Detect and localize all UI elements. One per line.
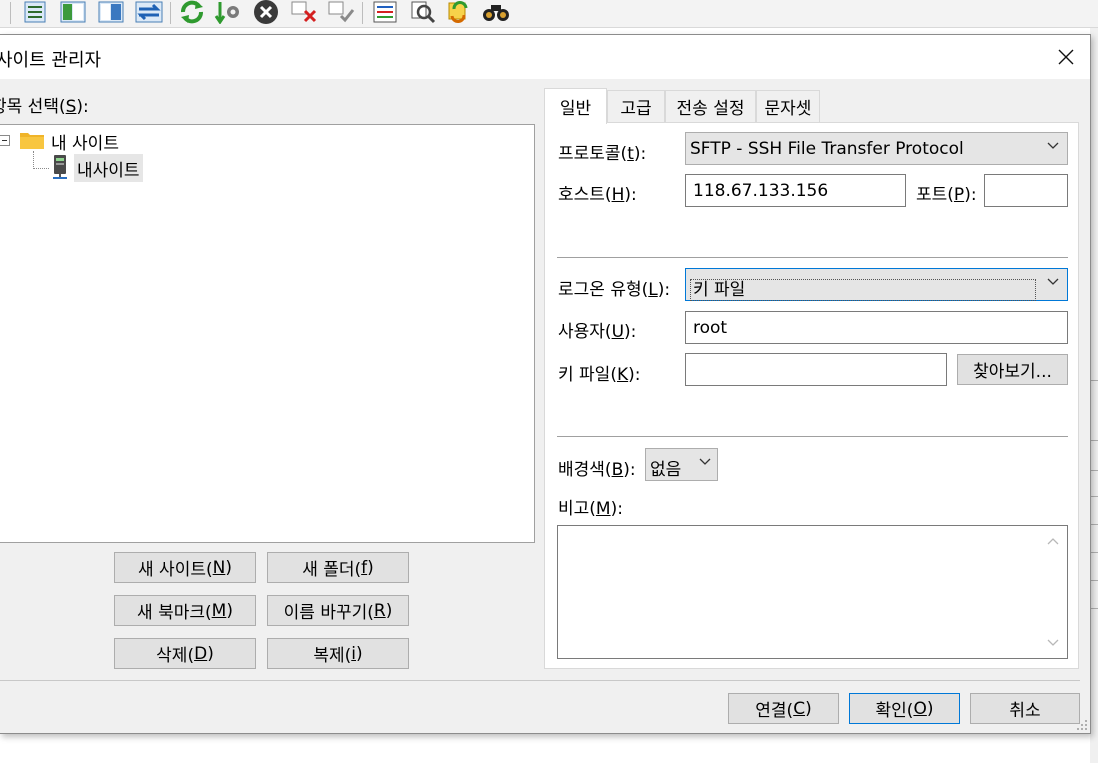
cancel-button[interactable]: 취소 [970, 693, 1080, 724]
tab-general[interactable]: 일반 [544, 88, 607, 124]
folder-icon [20, 133, 44, 149]
process-queue-icon[interactable] [213, 0, 243, 24]
delete-button[interactable]: 삭제(D) [114, 638, 256, 669]
search-icon[interactable] [408, 0, 438, 24]
directory-listing-filters-icon[interactable] [370, 0, 400, 24]
user-label: 사용자(U): [558, 322, 637, 342]
tab-transfer-settings[interactable]: 전송 설정 [665, 90, 756, 122]
toolbar-separator [362, 2, 363, 24]
background-window-edge [1090, 28, 1098, 763]
close-button[interactable] [1042, 35, 1090, 79]
tab-charset[interactable]: 문자셋 [756, 90, 820, 122]
tree-line [33, 151, 34, 169]
scroll-up-icon[interactable] [1047, 536, 1059, 546]
key-file-input[interactable] [685, 353, 947, 386]
scroll-down-icon[interactable] [1047, 638, 1059, 648]
chevron-down-icon [1047, 142, 1059, 149]
logon-type-label: 로그온 유형(L): [558, 280, 671, 300]
new-bookmark-button[interactable]: 새 북마크(M) [114, 595, 256, 626]
chevron-down-icon [699, 458, 711, 465]
background-divider [1091, 524, 1098, 525]
duplicate-button[interactable]: 복제(i) [267, 638, 409, 669]
rename-button[interactable]: 이름 바꾸기(R) [267, 595, 409, 626]
browse-button[interactable]: 찾아보기... [957, 354, 1068, 385]
logon-type-value: 키 파일 [690, 279, 1037, 301]
site-tree[interactable]: 내 사이트 내사이트 [0, 124, 535, 543]
connect-button[interactable]: 연결(C) [728, 693, 839, 724]
dialog-title: 사이트 관리자 [0, 50, 102, 71]
select-entry-label: 항목 선택(S): [0, 97, 89, 117]
ok-button[interactable]: 확인(O) [849, 693, 960, 724]
section-divider [557, 257, 1068, 258]
section-divider [557, 436, 1068, 437]
new-folder-button[interactable]: 새 폴더(f) [267, 552, 409, 583]
logon-type-select[interactable]: 키 파일 [685, 268, 1068, 301]
find-files-binoculars-icon[interactable] [481, 0, 511, 24]
background-color-value: 없음 [650, 460, 682, 480]
cancel-operation-icon[interactable] [251, 0, 281, 24]
background-divider [1091, 470, 1098, 471]
key-file-label: 키 파일(K): [558, 365, 641, 385]
app-toolbar [0, 0, 1098, 28]
background-divider [1091, 496, 1098, 497]
new-site-button[interactable]: 새 사이트(N) [114, 552, 256, 583]
tree-root-label[interactable]: 내 사이트 [51, 129, 119, 154]
dialog-title-bar: 사이트 관리자 [0, 35, 1090, 79]
transfer-queue-icon[interactable] [134, 0, 164, 24]
toolbar-separator [10, 2, 11, 24]
toolbar-separator [170, 2, 171, 24]
tree-line [33, 168, 49, 169]
background-color-label: 배경색(B): [558, 460, 636, 480]
background-divider [1091, 580, 1098, 581]
close-icon [1058, 49, 1074, 65]
tree-site-item[interactable]: 내사이트 [74, 154, 143, 182]
site-manager-dialog: 사이트 관리자 항목 선택(S): 내 사이트 내사이트 새 사이트(N) 새 … [0, 34, 1091, 734]
server-icon [53, 155, 67, 179]
protocol-label: 프로토콜(t): [558, 144, 647, 164]
comments-textarea[interactable] [557, 525, 1068, 659]
background-divider [1091, 440, 1098, 441]
protocol-value: SFTP - SSH File Transfer Protocol [690, 139, 964, 159]
background-divider [1091, 552, 1098, 553]
resize-grip-icon[interactable] [1076, 719, 1088, 731]
tab-advanced[interactable]: 고급 [607, 90, 665, 122]
toggle-message-log-icon[interactable] [20, 0, 50, 24]
toggle-local-tree-icon[interactable] [58, 0, 88, 24]
synchronized-browsing-icon[interactable] [444, 0, 474, 24]
chevron-down-icon [1047, 278, 1059, 285]
port-input[interactable] [984, 174, 1068, 207]
port-label: 포트(P): [916, 185, 977, 205]
protocol-select[interactable]: SFTP - SSH File Transfer Protocol [685, 132, 1068, 165]
host-label: 호스트(H): [558, 185, 637, 205]
background-color-select[interactable]: 없음 [645, 448, 718, 481]
background-divider [1091, 380, 1098, 381]
disconnect-icon[interactable] [289, 0, 319, 24]
comments-label: 비고(M): [558, 499, 623, 519]
toggle-remote-tree-icon[interactable] [96, 0, 126, 24]
host-input[interactable]: 118.67.133.156 [685, 174, 906, 207]
background-divider [1091, 608, 1098, 609]
user-input[interactable]: root [685, 311, 1068, 344]
tree-collapse-icon[interactable] [0, 135, 10, 146]
footer-divider [0, 680, 1080, 681]
refresh-icon[interactable] [177, 0, 207, 24]
reconnect-icon[interactable] [326, 0, 356, 24]
